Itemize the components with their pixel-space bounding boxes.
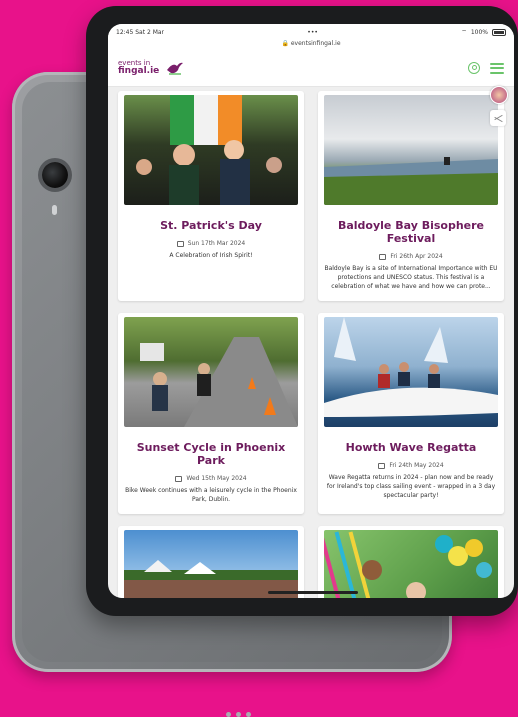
tablet-screen: 12:45 Sat 2 Mar ••• ⌔ 100% 🔒 eventsinfin… — [108, 24, 514, 598]
sailing-photo — [324, 317, 498, 417]
event-title[interactable]: Sunset Cycle in Phoenix Park — [122, 441, 300, 467]
event-image — [124, 317, 298, 427]
event-date: Sun 17th Mar 2024 — [118, 240, 304, 247]
calendar-icon — [176, 240, 184, 247]
event-description: Baldoyle Bay is a site of International … — [324, 265, 498, 290]
event-image — [324, 95, 498, 205]
avatar[interactable] — [490, 86, 508, 104]
flash-icon — [52, 205, 57, 215]
camera-icon — [42, 162, 68, 188]
lock-icon: 🔒 — [281, 40, 289, 47]
event-image — [124, 95, 298, 205]
smart-connector — [226, 712, 251, 717]
foreground-tablet: 12:45 Sat 2 Mar ••• ⌔ 100% 🔒 eventsinfin… — [86, 6, 518, 616]
event-date: Fri 24th May 2024 — [318, 462, 504, 469]
header-icons — [468, 62, 504, 74]
event-list: St. Patrick's Day Sun 17th Mar 2024 A Ce… — [108, 91, 514, 598]
site-header: events in fingal.ie — [108, 50, 514, 87]
status-dots: ••• — [307, 28, 318, 36]
bay-photo — [324, 157, 498, 205]
logo-line2: fingal.ie — [118, 66, 160, 76]
user-account-icon[interactable] — [468, 62, 480, 74]
event-image — [324, 530, 498, 598]
floating-tools — [490, 86, 508, 126]
share-icon[interactable] — [490, 110, 506, 126]
status-right: ⌔ 100% — [461, 28, 506, 36]
url-bar[interactable]: 🔒 eventsinfingal.ie — [108, 40, 514, 50]
status-time: 12:45 Sat 2 Mar — [116, 28, 165, 36]
event-card[interactable] — [118, 526, 304, 598]
event-date: Wed 15th May 2024 — [118, 475, 304, 482]
logo-bird-icon — [167, 62, 184, 75]
calendar-icon — [175, 475, 183, 482]
calendar-icon — [379, 253, 387, 260]
event-title[interactable]: Baldoyle Bay Bisophere Festival — [322, 219, 500, 245]
event-card[interactable]: Howth Wave Regatta Fri 24th May 2024 Wav… — [318, 313, 504, 514]
event-image — [324, 317, 498, 427]
parade-photo — [136, 95, 282, 205]
balloons-photo — [324, 531, 492, 598]
event-description: Wave Regatta returns in 2024 - plan now … — [326, 474, 496, 499]
site-logo[interactable]: events in fingal.ie — [118, 60, 185, 76]
cycling-photo — [140, 337, 298, 427]
event-card[interactable]: Baldoyle Bay Bisophere Festival Fri 26th… — [318, 91, 504, 301]
battery-percent: 100% — [470, 28, 488, 36]
home-indicator[interactable] — [268, 591, 358, 594]
event-image — [124, 530, 298, 598]
event-description: A Celebration of Irish Spirit! — [169, 252, 253, 259]
event-card[interactable] — [318, 526, 504, 598]
battery-icon — [492, 28, 506, 36]
url-text: eventsinfingal.ie — [290, 40, 341, 47]
event-card[interactable]: Sunset Cycle in Phoenix Park Wed 15th Ma… — [118, 313, 304, 514]
event-description: Bike Week continues with a leisurely cyc… — [125, 487, 297, 503]
event-card[interactable]: St. Patrick's Day Sun 17th Mar 2024 A Ce… — [118, 91, 304, 301]
event-date: Fri 26th Apr 2024 — [318, 253, 504, 260]
hamburger-menu-icon[interactable] — [490, 62, 504, 74]
festival-photo — [124, 560, 298, 598]
calendar-icon — [378, 462, 386, 469]
status-bar: 12:45 Sat 2 Mar ••• ⌔ 100% — [108, 24, 514, 40]
wifi-icon: ⌔ — [461, 29, 467, 36]
event-title[interactable]: Howth Wave Regatta — [322, 441, 500, 454]
event-title[interactable]: St. Patrick's Day — [122, 219, 300, 232]
